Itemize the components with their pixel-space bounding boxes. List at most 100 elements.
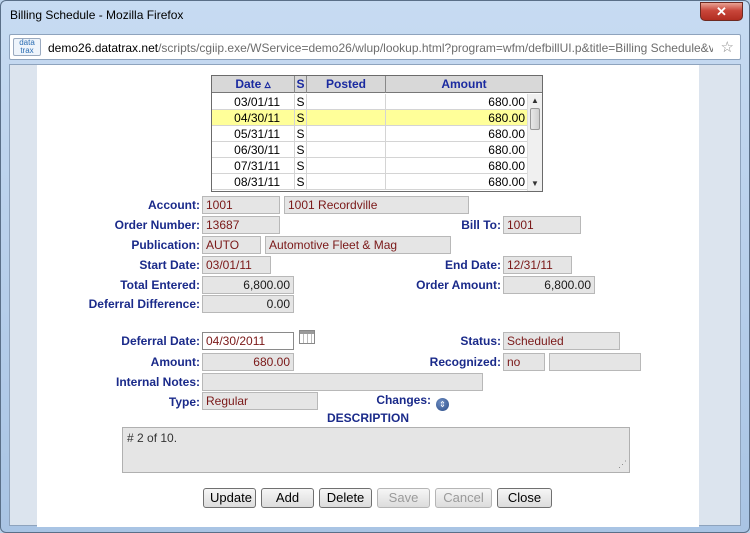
grid-scrollbar[interactable]: ▲ ▼ xyxy=(527,94,542,191)
cell-amount: 680.00 xyxy=(488,159,525,173)
end-date-label: End Date: xyxy=(444,258,501,272)
delete-button[interactable]: Delete xyxy=(319,488,372,508)
table-row[interactable]: 07/31/11 S 680.00 xyxy=(212,158,528,174)
account-name-field[interactable]: 1001 Recordville xyxy=(284,196,469,214)
amount-field[interactable]: 680.00 xyxy=(202,353,294,371)
cell-s: S xyxy=(295,174,307,190)
recognized-field[interactable]: no xyxy=(503,353,545,371)
table-row[interactable]: 08/31/11 S 680.00 xyxy=(212,174,528,190)
column-header-date[interactable]: Date ▵ xyxy=(212,76,295,93)
status-label: Status: xyxy=(460,334,501,348)
close-button[interactable]: Close xyxy=(497,488,552,508)
publication-code-field[interactable]: AUTO xyxy=(202,236,261,254)
add-button[interactable]: Add xyxy=(261,488,314,508)
scroll-thumb[interactable] xyxy=(530,108,540,130)
cell-date: 05/31/11 xyxy=(212,126,295,142)
bill-to-label: Bill To: xyxy=(461,218,501,232)
internal-notes-field[interactable] xyxy=(202,373,483,391)
grid-header: Date ▵ S Posted Amount xyxy=(212,76,542,93)
cell-date: 06/30/11 xyxy=(212,142,295,158)
deferral-date-label: Deferral Date: xyxy=(121,334,200,348)
url-host: demo26.datatrax.net xyxy=(48,41,159,55)
expand-changes-icon[interactable]: ⇕ xyxy=(436,398,449,411)
table-row-selected[interactable]: 04/30/11 S 680.00 xyxy=(212,110,528,126)
cell-amount: 680.00 xyxy=(488,127,525,141)
account-label: Account: xyxy=(148,198,200,212)
action-buttons: Update Add Delete Save Cancel Close xyxy=(203,488,552,508)
cell-s: S xyxy=(295,110,307,126)
deferral-difference-field: 0.00 xyxy=(202,295,294,313)
url-text[interactable]: demo26.datatrax.net/scripts/cgiip.exe/WS… xyxy=(48,41,713,55)
total-entered-field: 6,800.00 xyxy=(202,276,294,294)
deferral-date-field[interactable]: 04/30/2011 xyxy=(202,332,294,350)
changes-label: Changes: xyxy=(376,393,431,407)
resize-grip-icon[interactable]: ⋰ xyxy=(618,459,627,470)
cell-s: S xyxy=(295,94,307,110)
total-entered-label: Total Entered: xyxy=(120,278,200,292)
type-label: Type: xyxy=(168,395,200,409)
page-viewport: Date ▵ S Posted Amount 03/01/11 S 680.00… xyxy=(9,64,741,527)
cell-posted xyxy=(307,142,386,158)
table-row[interactable]: 05/31/11 S 680.00 xyxy=(212,126,528,142)
description-textarea[interactable]: # 2 of 10. ⋰ xyxy=(122,427,630,473)
bill-to-field[interactable]: 1001 xyxy=(503,216,581,234)
title-bar: Billing Schedule - Mozilla Firefox ✕ xyxy=(1,1,749,29)
grid-rows: 03/01/11 S 680.00 04/30/11 S 680.00 05/3… xyxy=(212,94,528,191)
publication-name-field[interactable]: Automotive Fleet & Mag xyxy=(265,236,451,254)
update-button[interactable]: Update xyxy=(203,488,256,508)
cell-s: S xyxy=(295,158,307,174)
cell-amount: 680.00 xyxy=(488,175,525,189)
order-amount-label: Order Amount: xyxy=(416,278,501,292)
recognized-label: Recognized: xyxy=(429,355,501,369)
scroll-down-arrow-icon[interactable]: ▼ xyxy=(530,179,540,189)
url-path: /scripts/cgiip.exe/WService=demo26/wlup/… xyxy=(158,41,713,55)
billing-schedule-form: Date ▵ S Posted Amount 03/01/11 S 680.00… xyxy=(37,65,699,527)
save-button[interactable]: Save xyxy=(377,488,430,508)
bookmark-star-icon[interactable]: ☆ xyxy=(721,38,734,56)
cell-amount: 680.00 xyxy=(488,95,525,109)
internal-notes-label: Internal Notes: xyxy=(115,375,200,389)
site-identity-icon[interactable]: data trax xyxy=(13,38,41,56)
status-field[interactable]: Scheduled xyxy=(503,332,620,350)
description-text: # 2 of 10. xyxy=(127,431,178,445)
cell-date: 08/31/11 xyxy=(212,174,295,190)
cancel-button[interactable]: Cancel xyxy=(435,488,492,508)
column-header-s[interactable]: S xyxy=(295,76,307,93)
cell-posted xyxy=(307,158,386,174)
start-date-field[interactable]: 03/01/11 xyxy=(202,256,271,274)
scroll-up-arrow-icon[interactable]: ▲ xyxy=(530,96,540,106)
description-title: DESCRIPTION xyxy=(326,411,409,425)
cell-date: 07/31/11 xyxy=(212,158,295,174)
column-header-posted[interactable]: Posted xyxy=(307,76,386,93)
recognized-extra-field[interactable] xyxy=(549,353,641,371)
calendar-icon[interactable] xyxy=(299,330,315,344)
amount-label: Amount: xyxy=(150,355,200,369)
order-number-field[interactable]: 13687 xyxy=(202,216,280,234)
account-code-field[interactable]: 1001 xyxy=(202,196,280,214)
start-date-label: Start Date: xyxy=(139,258,200,272)
type-field[interactable]: Regular xyxy=(202,392,318,410)
window-close-button[interactable]: ✕ xyxy=(700,2,743,21)
cell-date: 04/30/11 xyxy=(212,110,295,126)
column-header-amount[interactable]: Amount xyxy=(386,76,542,93)
browser-window: Billing Schedule - Mozilla Firefox ✕ dat… xyxy=(0,0,750,533)
cell-posted xyxy=(307,110,386,126)
table-row[interactable]: 03/01/11 S 680.00 xyxy=(212,94,528,110)
schedule-grid: Date ▵ S Posted Amount 03/01/11 S 680.00… xyxy=(211,75,543,192)
cell-s: S xyxy=(295,126,307,142)
cell-posted xyxy=(307,126,386,142)
end-date-field[interactable]: 12/31/11 xyxy=(503,256,572,274)
address-bar[interactable]: data trax demo26.datatrax.net/scripts/cg… xyxy=(9,34,741,60)
cell-posted xyxy=(307,174,386,190)
cell-s: S xyxy=(295,142,307,158)
cell-amount: 680.00 xyxy=(488,111,525,125)
window-title: Billing Schedule - Mozilla Firefox xyxy=(10,8,184,22)
cell-amount: 680.00 xyxy=(488,143,525,157)
order-amount-field: 6,800.00 xyxy=(503,276,595,294)
order-number-label: Order Number: xyxy=(114,218,200,232)
table-row[interactable]: 06/30/11 S 680.00 xyxy=(212,142,528,158)
cell-date: 03/01/11 xyxy=(212,94,295,110)
publication-label: Publication: xyxy=(131,238,200,252)
deferral-difference-label: Deferral Difference: xyxy=(88,297,200,311)
cell-posted xyxy=(307,94,386,110)
